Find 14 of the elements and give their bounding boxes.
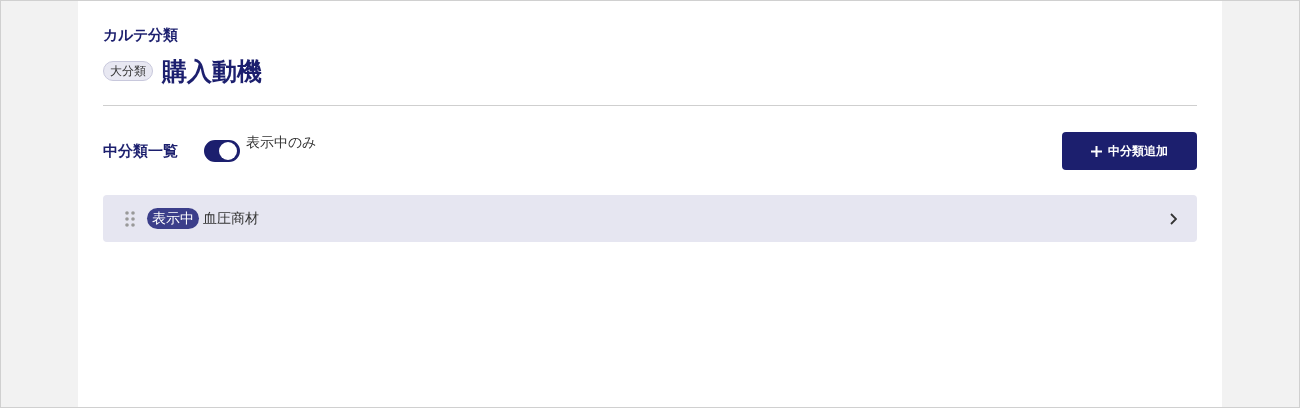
toggle-label: 表示中のみ [246, 133, 316, 152]
section-title: カルテ分類 [103, 25, 178, 45]
list-item[interactable]: 表示中 血圧商材 [103, 195, 1197, 242]
category-name: 購入動機 [162, 56, 262, 87]
category-badge: 大分類 [103, 61, 153, 81]
chevron-right-icon [1169, 212, 1177, 225]
add-button[interactable]: 中分類追加 [1062, 132, 1197, 170]
filter-toggle[interactable] [204, 140, 240, 162]
list-title: 中分類一覧 [103, 140, 178, 161]
status-badge: 表示中 [147, 208, 199, 229]
toggle-knob [219, 142, 237, 160]
plus-icon [1091, 145, 1102, 157]
drag-handle-icon[interactable] [125, 210, 135, 227]
item-name: 血圧商材 [203, 209, 259, 228]
